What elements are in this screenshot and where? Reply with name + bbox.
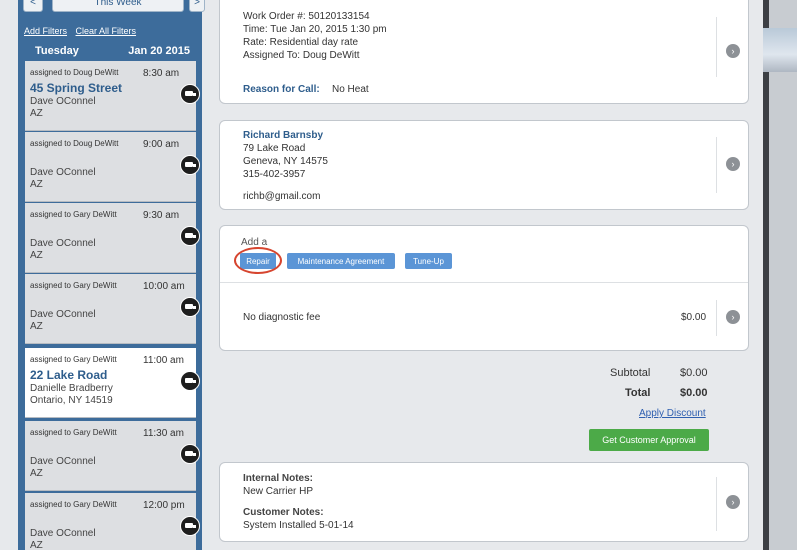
appointment-customer: Dave OConnel — [30, 528, 96, 539]
appointment-customer: Dave OConnel — [30, 309, 96, 320]
divider — [220, 282, 748, 283]
appointment-customer: Dave OConnel — [30, 167, 96, 178]
work-order-time: Time: Tue Jan 20, 2015 1:30 pm — [243, 24, 387, 35]
appointment-customer: Dave OConnel — [30, 456, 96, 467]
day-header: Tuesday Jan 20 2015 — [18, 43, 202, 59]
background-image-fragment — [763, 28, 797, 72]
truck-icon[interactable] — [180, 371, 200, 391]
apply-discount-link[interactable]: Apply Discount — [639, 408, 706, 419]
chevron-right-icon[interactable]: › — [726, 157, 740, 171]
appointment-location: AZ — [30, 179, 43, 190]
customer-address-line1: 79 Lake Road — [243, 143, 306, 154]
appointment-customer: Dave OConnel — [30, 238, 96, 249]
add-filters-link[interactable]: Add Filters — [24, 26, 67, 36]
appointment-assignee: assigned to Doug DeWitt — [30, 139, 119, 148]
customer-address-line2: Geneva, NY 14575 — [243, 156, 328, 167]
internal-notes-label: Internal Notes: — [243, 473, 314, 484]
truck-icon[interactable] — [180, 155, 200, 175]
appointment-street: 45 Spring Street — [30, 81, 123, 95]
appointment-assignee: assigned to Gary DeWitt — [30, 281, 117, 290]
work-order-card: Work Order #: 50120133154 Time: Tue Jan … — [219, 0, 749, 104]
chevron-right-icon[interactable]: › — [726, 495, 740, 509]
appointment-assignee: assigned to Doug DeWitt — [30, 68, 119, 77]
appointment-item[interactable]: assigned to Gary DeWitt 11:30 am Dave OC… — [25, 421, 200, 491]
work-order-number: Work Order #: 50120133154 — [243, 11, 370, 22]
truck-icon[interactable] — [180, 84, 200, 104]
appointment-item[interactable]: assigned to Doug DeWitt 8:30 am 45 Sprin… — [25, 61, 200, 131]
get-customer-approval-button[interactable]: Get Customer Approval — [589, 429, 709, 451]
appointment-customer: Dave OConnel — [30, 96, 96, 107]
appointment-time: 8:30 am — [143, 68, 180, 79]
divider — [716, 17, 717, 77]
appointment-time: 9:00 am — [143, 139, 180, 150]
appointment-assignee: assigned to Gary DeWitt — [30, 210, 117, 219]
filter-links: Add Filters Clear All Filters — [24, 26, 142, 36]
appointment-time: 9:30 am — [143, 210, 180, 221]
internal-notes-value: New Carrier HP — [243, 486, 314, 497]
appointment-time: 10:00 am — [143, 281, 185, 292]
chevron-right-icon[interactable]: › — [726, 44, 740, 58]
prev-week-button[interactable]: < — [23, 0, 43, 12]
add-maintenance-agreement-button[interactable]: Maintenance Agreement — [287, 253, 395, 269]
appointment-location: AZ — [30, 108, 43, 119]
highlight-circle — [234, 247, 282, 274]
chevron-right-icon[interactable]: › — [726, 310, 740, 324]
customer-card: Richard Barnsby 79 Lake Road Geneva, NY … — [219, 120, 749, 210]
diagnostic-fee-value: $0.00 — [681, 312, 707, 323]
notes-card: Internal Notes: New Carrier HP Customer … — [219, 462, 749, 542]
diagnostic-fee-label: No diagnostic fee — [243, 312, 321, 323]
window-border — [763, 0, 769, 550]
week-navigation: < This Week > — [18, 0, 205, 16]
app-screen: < This Week > Add Filters Clear All Filt… — [0, 0, 763, 550]
work-order-rate: Rate: Residential day rate — [243, 37, 359, 48]
work-order-assignee: Assigned To: Doug DeWitt — [243, 50, 360, 61]
appointment-assignee: assigned to Gary DeWitt — [30, 355, 117, 364]
reason-label: Reason for Call: — [243, 84, 320, 95]
line-items-card: Add a No diagnostic fee $0.00 › — [219, 225, 749, 351]
next-week-button[interactable]: > — [189, 0, 205, 12]
truck-icon[interactable] — [180, 516, 200, 536]
appointment-item[interactable]: assigned to Doug DeWitt 9:00 am Dave OCo… — [25, 132, 200, 202]
add-tune-up-button[interactable]: Tune-Up — [405, 253, 452, 269]
subtotal-label: Subtotal — [610, 367, 651, 379]
total-value: $0.00 — [680, 387, 708, 399]
customer-notes-value: System Installed 5-01-14 — [243, 520, 354, 531]
week-selector[interactable]: This Week — [52, 0, 184, 12]
appointment-location: Ontario, NY 14519 — [30, 395, 113, 406]
truck-icon[interactable] — [180, 226, 200, 246]
customer-name: Richard Barnsby — [243, 130, 324, 141]
appointment-item[interactable]: assigned to Gary DeWitt 9:30 am Dave OCo… — [25, 203, 200, 273]
appointment-time: 11:00 am — [143, 355, 184, 366]
customer-phone: 315-402-3957 — [243, 169, 306, 180]
appointment-assignee: assigned to Gary DeWitt — [30, 428, 117, 437]
customer-email: richb@gmail.com — [243, 191, 321, 202]
appointment-customer: Danielle Bradberry — [30, 383, 113, 394]
appointment-street: 22 Lake Road — [30, 368, 108, 382]
appointment-item[interactable]: assigned to Gary DeWitt 10:00 am Dave OC… — [25, 274, 200, 344]
subtotal-value: $0.00 — [680, 367, 708, 379]
day-name: Tuesday — [35, 45, 79, 57]
appointment-item[interactable]: assigned to Gary DeWitt 12:00 pm Dave OC… — [25, 493, 200, 550]
appointment-location: AZ — [30, 540, 43, 550]
customer-notes-label: Customer Notes: — [243, 507, 324, 518]
total-label: Total — [625, 387, 651, 399]
appointment-location: AZ — [30, 468, 43, 479]
divider — [716, 300, 717, 336]
appointment-time: 12:00 pm — [143, 500, 185, 511]
appointment-assignee: assigned to Gary DeWitt — [30, 500, 117, 509]
appointment-location: AZ — [30, 321, 43, 332]
truck-icon[interactable] — [180, 297, 200, 317]
reason-value: No Heat — [332, 84, 369, 95]
day-date: Jan 20 2015 — [128, 45, 190, 57]
appointment-location: AZ — [30, 250, 43, 261]
divider — [716, 477, 717, 531]
background-window-edge — [763, 0, 797, 550]
truck-icon[interactable] — [180, 444, 200, 464]
appointment-item-selected[interactable]: assigned to Gary DeWitt 11:00 am 22 Lake… — [25, 348, 200, 418]
clear-filters-link[interactable]: Clear All Filters — [76, 26, 137, 36]
appointment-time: 11:30 am — [143, 428, 184, 439]
schedule-sidebar: < This Week > Add Filters Clear All Filt… — [18, 0, 205, 550]
divider — [716, 137, 717, 193]
